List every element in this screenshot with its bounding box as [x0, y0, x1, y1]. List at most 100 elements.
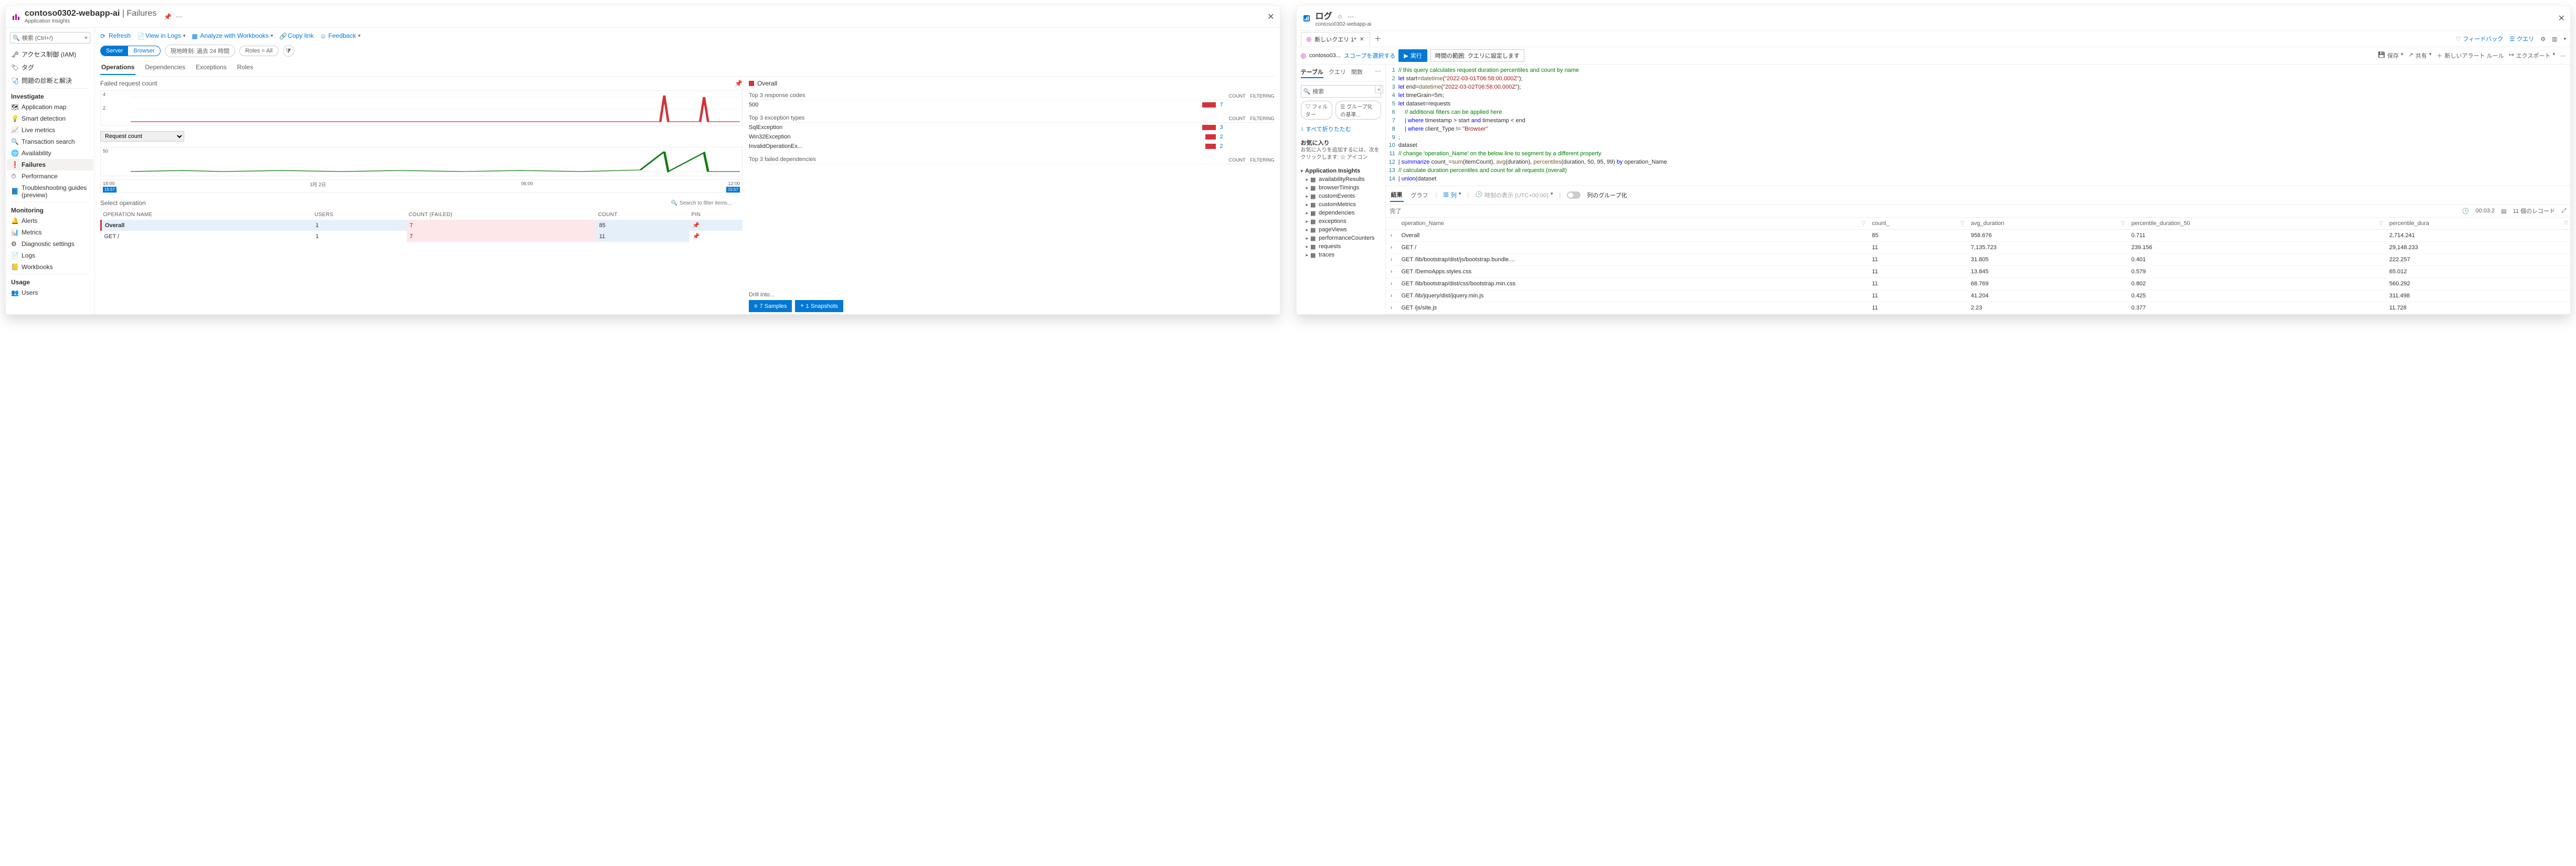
- sidebar-group-header[interactable]: Monitoring: [7, 204, 93, 215]
- table-header[interactable]: COUNT: [596, 210, 690, 220]
- feedback-link[interactable]: ♡フィードバック: [2456, 35, 2504, 43]
- expand-row-icon[interactable]: ›: [1386, 302, 1397, 314]
- table-row[interactable]: ›Overall85958.6760.7112,714.241: [1386, 230, 2571, 242]
- expand-row-icon[interactable]: ›: [1386, 266, 1397, 278]
- schema-tab[interactable]: 関数: [1351, 68, 1363, 78]
- table-row[interactable]: ›GET /117,135.723239.15629,148.233: [1386, 242, 2571, 254]
- new-alert-button[interactable]: ＋新しいアラート ルール: [2437, 51, 2504, 60]
- tree-item[interactable]: ▸▦exceptions: [1304, 217, 1383, 226]
- collapse-all-link[interactable]: ↕すべて折りたたむ: [1297, 123, 1385, 135]
- view-in-logs-button[interactable]: 📄View in Logs ▾: [137, 32, 185, 39]
- columns-button[interactable]: ▥列▾: [1443, 191, 1461, 199]
- time-range-pill[interactable]: 現地時刻: 過去 24 時間: [165, 45, 235, 57]
- save-button[interactable]: 💾保存▾: [2378, 51, 2403, 60]
- sidebar-item-users[interactable]: 👥Users: [7, 287, 93, 298]
- schema-tab[interactable]: クエリ: [1329, 68, 1346, 78]
- sidebar-item-diagnostic-settings[interactable]: ⚙Diagnostic settings: [7, 238, 93, 250]
- table-header[interactable]: OPERATION NAME: [101, 210, 313, 220]
- query-editor[interactable]: 1234567891011121314 // this query calcul…: [1386, 65, 2571, 186]
- sidebar-item-transaction-search[interactable]: 🔍Transaction search: [7, 136, 93, 147]
- select-scope-link[interactable]: スコープを選択する: [1344, 51, 1395, 60]
- expand-icon[interactable]: ⤢: [2561, 208, 2566, 215]
- table-row[interactable]: ›GET /lib/bootstrap/dist/js/bootstrap.bu…: [1386, 254, 2571, 266]
- star-icon[interactable]: ☆: [1337, 13, 1343, 20]
- list-item[interactable]: Win32Exception2: [749, 132, 1274, 142]
- sidebar-group-header[interactable]: Usage: [7, 275, 93, 287]
- table-header[interactable]: COUNT (FAILED): [407, 210, 596, 220]
- sidebar-item-failures[interactable]: ❗Failures: [7, 159, 93, 170]
- sidebar-item-live-metrics[interactable]: 📈Live metrics: [7, 124, 93, 136]
- close-button[interactable]: ✕: [1267, 12, 1274, 22]
- run-button[interactable]: ▶実行: [1398, 49, 1427, 62]
- share-button[interactable]: ↗共有▾: [2409, 51, 2432, 60]
- subtab-dependencies[interactable]: Dependencies: [144, 60, 186, 75]
- feedback-button[interactable]: ☺Feedback ▾: [320, 32, 361, 39]
- tree-item[interactable]: ▸▦pageViews: [1304, 226, 1383, 234]
- sidebar-item[interactable]: 🏷タグ: [7, 61, 93, 74]
- time-display-button[interactable]: 🕒時刻の表示 (UTC+00:00)▾: [1475, 191, 1553, 199]
- add-tab-button[interactable]: ＋: [1370, 31, 1386, 47]
- roles-pill[interactable]: Roles = All: [239, 46, 278, 56]
- sidebar-search-input[interactable]: 🔍 検索 (Ctrl+/) «: [10, 32, 90, 44]
- subtab-exceptions[interactable]: Exceptions: [195, 60, 228, 75]
- sidebar-item-availability[interactable]: 🌐Availability: [7, 147, 93, 159]
- schema-tab[interactable]: テーブル: [1301, 68, 1323, 78]
- table-header[interactable]: operation_Name▽: [1397, 218, 1868, 230]
- tree-root[interactable]: ▾Application Insights: [1299, 167, 1383, 175]
- group-by-pill[interactable]: ☰ グループ化の基準...: [1335, 101, 1381, 120]
- sidebar-item-logs[interactable]: 📄Logs: [7, 250, 93, 261]
- server-browser-toggle[interactable]: Server Browser: [100, 46, 161, 56]
- filter-pill[interactable]: ▽ フィルター: [1301, 101, 1333, 120]
- export-button[interactable]: ↦エクスポート▾: [2509, 51, 2555, 60]
- table-header[interactable]: percentile_dura▽: [2385, 218, 2570, 230]
- results-tab[interactable]: 結果: [1390, 188, 1404, 202]
- close-button[interactable]: ✕: [2558, 13, 2565, 24]
- filter-icon-button[interactable]: ⧩: [283, 45, 294, 57]
- expand-row-icon[interactable]: ›: [1386, 278, 1397, 290]
- table-header[interactable]: count_▽: [1868, 218, 1966, 230]
- time-range-picker[interactable]: 時間の範囲: クエリに設定します: [1430, 49, 1524, 62]
- list-item[interactable]: SqlException3: [749, 123, 1274, 132]
- pin-icon[interactable]: 📌: [164, 13, 172, 20]
- panel-icon[interactable]: ▥: [2552, 36, 2557, 42]
- schema-search-input[interactable]: 🔍 検索: [1301, 85, 1381, 98]
- table-header[interactable]: USERS: [312, 210, 406, 220]
- queries-link[interactable]: ☰クエリ: [2509, 35, 2534, 43]
- sidebar-item-application-map[interactable]: 🗺Application map: [7, 101, 93, 113]
- filter-icon[interactable]: ▽: [2379, 220, 2383, 226]
- filter-icon[interactable]: ▽: [2121, 220, 2125, 226]
- snapshots-button[interactable]: ⌖1 Snapshots: [795, 300, 843, 312]
- chevron-down-icon[interactable]: ▾: [2563, 36, 2566, 42]
- table-header[interactable]: PIN: [690, 210, 743, 220]
- tree-item[interactable]: ▸▦browserTimings: [1304, 184, 1383, 192]
- tree-item[interactable]: ▸▦requests: [1304, 242, 1383, 251]
- expand-row-icon[interactable]: ›: [1386, 290, 1397, 302]
- table-row[interactable]: GET /1711📌: [101, 231, 743, 242]
- more-icon[interactable]: ⋯: [1375, 68, 1381, 78]
- tree-item[interactable]: ▸▦traces: [1304, 251, 1383, 259]
- filter-icon[interactable]: ▽: [1960, 220, 1965, 226]
- chevron-left-icon[interactable]: «: [84, 35, 88, 41]
- list-item[interactable]: InvalidOperationEx...2: [749, 142, 1274, 151]
- more-icon[interactable]: ⋯: [176, 13, 182, 20]
- table-row[interactable]: ›GET /lib/jquery/dist/jquery.min.js1141.…: [1386, 290, 2571, 302]
- sidebar-item[interactable]: 🗝アクセス制御 (IAM): [7, 48, 93, 61]
- more-icon[interactable]: ⋯: [1348, 13, 1354, 20]
- metric-select[interactable]: Request count: [100, 131, 184, 142]
- tree-item[interactable]: ▸▦customMetrics: [1304, 200, 1383, 209]
- more-icon[interactable]: ⋯: [2560, 52, 2566, 59]
- editor-code[interactable]: // this query calculates request duratio…: [1398, 67, 1667, 184]
- collapse-sidebar-button[interactable]: «: [1375, 85, 1383, 93]
- refresh-button[interactable]: ⟳Refresh: [100, 32, 131, 39]
- sidebar-item-alerts[interactable]: 🔔Alerts: [7, 215, 93, 227]
- table-header[interactable]: avg_duration▽: [1967, 218, 2127, 230]
- table-row[interactable]: Overall1785📌: [101, 220, 743, 231]
- sidebar-group-header[interactable]: Investigate: [7, 90, 93, 101]
- pin-icon[interactable]: 📌: [693, 233, 700, 240]
- pin-chart-icon[interactable]: 📌: [735, 80, 743, 87]
- tree-item[interactable]: ▸▦customEvents: [1304, 192, 1383, 200]
- copy-link-button[interactable]: 🔗Copy link: [279, 32, 313, 39]
- analyze-workbooks-button[interactable]: ▦Analyze with Workbooks ▾: [192, 32, 273, 39]
- expand-row-icon[interactable]: ›: [1386, 254, 1397, 266]
- tree-item[interactable]: ▸▦performanceCounters: [1304, 234, 1383, 242]
